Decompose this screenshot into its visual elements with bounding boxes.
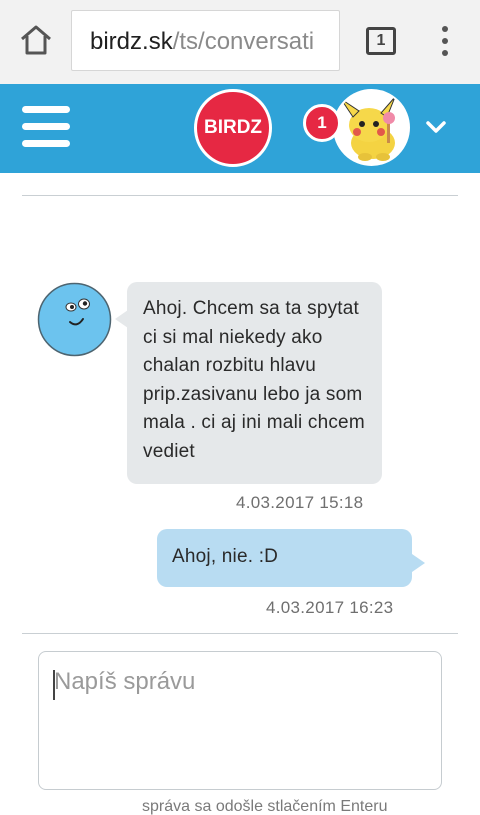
notification-badge[interactable]: 1 [303,104,341,142]
birdz-logo[interactable]: BIRDZ [194,89,272,167]
url-host: birdz.sk [90,28,173,55]
home-icon[interactable] [18,22,54,58]
url-text[interactable]: birdz.sk/ts/conversati [90,28,314,56]
text-cursor [53,670,55,700]
url-path: /ts/conversati [172,28,315,55]
message-outgoing: Ahoj, nie. :D [157,529,425,587]
site-header: BIRDZ 1 [0,84,480,173]
message-input[interactable] [38,651,442,790]
contact-avatar[interactable] [37,282,112,357]
message-incoming: Ahoj. Chcem sa ta spytat ci si mal nieke… [115,282,382,484]
message-text: Ahoj. Chcem sa ta spytat ci si mal nieke… [143,298,365,462]
address-bar[interactable]: birdz.sk/ts/conversati [71,10,340,71]
notification-count: 1 [317,113,327,132]
more-vert-icon[interactable] [433,26,457,56]
browser-toolbar: birdz.sk/ts/conversati 1 [0,0,480,84]
divider-top [22,195,458,196]
hamburger-icon[interactable] [22,106,70,148]
message-timestamp: 4.03.2017 15:18 [236,493,364,512]
logo-text: BIRDZ [203,117,263,138]
tab-count: 1 [376,32,386,49]
divider-bottom [22,633,458,634]
message-text: Ahoj, nie. :D [172,546,279,567]
message-timestamp: 4.03.2017 16:23 [266,598,394,617]
tabs-icon[interactable]: 1 [366,27,396,55]
user-avatar[interactable] [333,89,410,166]
pikachu-avatar-icon [335,91,408,164]
chevron-down-icon[interactable] [424,117,448,137]
send-hint: správa sa odošle stlačením Enteru [142,798,388,815]
